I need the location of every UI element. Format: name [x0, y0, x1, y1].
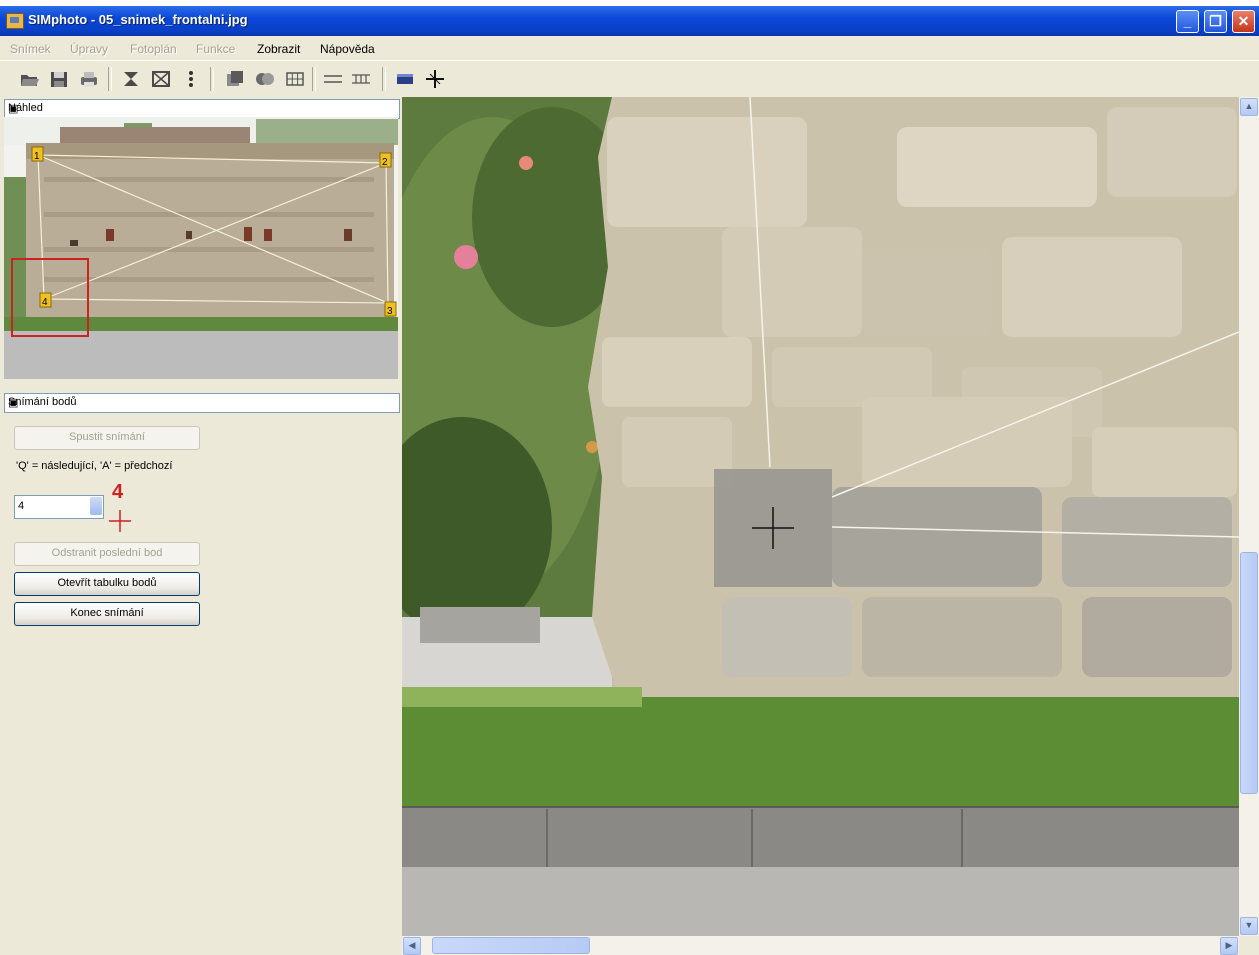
menu-napoveda[interactable]: Nápověda: [320, 42, 375, 56]
menu-bar: Snímek Úpravy Fotoplán Funkce Zobrazit N…: [0, 37, 1259, 59]
scroll-right-button[interactable]: ▶: [1220, 937, 1238, 955]
align-icon[interactable]: [322, 69, 344, 89]
stepper-arrows-icon[interactable]: [90, 497, 102, 515]
merge-icon[interactable]: [254, 69, 276, 89]
start-capture-button[interactable]: Spustit snímání: [14, 426, 200, 450]
red-cross-icon: [109, 510, 131, 532]
maximize-button[interactable]: ❐: [1204, 10, 1227, 33]
vertical-scroll-thumb[interactable]: [1240, 552, 1258, 794]
toolbar-separator: [210, 67, 214, 91]
save-icon[interactable]: [48, 69, 70, 89]
points-icon[interactable]: [180, 69, 202, 89]
vertical-scrollbar[interactable]: ▲ ▼: [1239, 97, 1259, 936]
toolbar-separator: [382, 67, 386, 91]
scroll-up-button[interactable]: ▲: [1240, 98, 1258, 116]
preview-photo: 1 2 3 4: [4, 117, 398, 379]
print-icon[interactable]: [78, 69, 100, 89]
remove-last-point-button[interactable]: Odstranit poslední bod: [14, 542, 200, 566]
image-viewport[interactable]: [402, 97, 1239, 936]
minimize-button[interactable]: _: [1176, 10, 1199, 33]
preview-point-2: 2: [382, 157, 388, 168]
preview-point-3: 3: [387, 306, 393, 317]
app-window: SIMphoto - 05_snimek_frontalni.jpg _ ❐ ✕…: [0, 6, 1259, 955]
grid-icon[interactable]: [284, 69, 306, 89]
capture-panel-header: Snímání bodů ▣: [4, 393, 400, 413]
current-point-number: 4: [112, 481, 124, 503]
pin-icon[interactable]: ▣: [8, 102, 395, 115]
toolbar: [0, 60, 1259, 98]
layer-icon[interactable]: [224, 69, 246, 89]
scroll-down-button[interactable]: ▼: [1240, 917, 1258, 935]
app-icon: [6, 13, 24, 29]
transform-icon[interactable]: [150, 69, 172, 89]
menu-zobrazit[interactable]: Zobrazit: [257, 42, 300, 56]
menu-fotoplan[interactable]: Fotoplán: [130, 42, 177, 56]
close-button[interactable]: ✕: [1232, 10, 1255, 33]
image-view-icon[interactable]: [394, 69, 416, 89]
preview-point-4: 4: [42, 297, 48, 308]
preview-point-1: 1: [34, 151, 40, 162]
keyboard-hint: 'Q' = následující, 'A' = předchozí: [16, 460, 173, 472]
point-number-stepper[interactable]: 4: [14, 495, 104, 519]
horizontal-scroll-thumb[interactable]: [432, 937, 590, 954]
open-point-table-button[interactable]: Otevřít tabulku bodů: [14, 572, 200, 596]
main-photo: [402, 97, 1239, 936]
crop-icon[interactable]: [120, 69, 142, 89]
point-number-value: 4: [18, 500, 25, 512]
scroll-left-button[interactable]: ◀: [403, 937, 421, 955]
toolbar-separator: [108, 67, 112, 91]
measure-icon[interactable]: [350, 69, 372, 89]
toolbar-separator: [312, 67, 316, 91]
preview-panel-header: Náhled ▣: [4, 99, 400, 119]
window-title: SIMphoto - 05_snimek_frontalni.jpg: [28, 12, 248, 27]
preview-image[interactable]: 1 2 3 4: [4, 117, 398, 379]
crosshair-icon[interactable]: [424, 69, 446, 89]
menu-snimek[interactable]: Snímek: [10, 42, 51, 56]
open-icon[interactable]: [18, 69, 40, 89]
menu-upravy[interactable]: Úpravy: [70, 42, 108, 56]
left-panel: Náhled ▣ 1 2 3 4 Snímání bodů ▣ Spustit …: [0, 97, 402, 955]
pin-icon[interactable]: ▣: [8, 396, 395, 409]
end-capture-button[interactable]: Konec snímání: [14, 602, 200, 626]
menu-funkce[interactable]: Funkce: [196, 42, 235, 56]
title-bar[interactable]: SIMphoto - 05_snimek_frontalni.jpg _ ❐ ✕: [0, 6, 1259, 36]
horizontal-scrollbar[interactable]: ◀ ▶: [402, 936, 1239, 955]
